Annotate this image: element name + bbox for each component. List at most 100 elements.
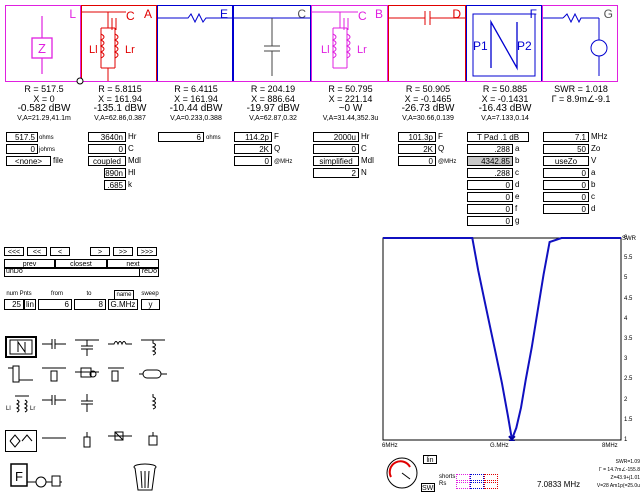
first-button[interactable]: <<< bbox=[4, 247, 24, 256]
f-g-input[interactable]: 0 bbox=[467, 216, 513, 226]
undo-slider[interactable]: unDo reDo bbox=[4, 268, 159, 277]
rewind-button[interactable]: << bbox=[27, 247, 47, 256]
palette-shunt-resistor-2[interactable] bbox=[71, 430, 103, 452]
cursor-impedance: Z=43.9+j1.01 bbox=[610, 475, 640, 481]
smith-chart-icon[interactable] bbox=[384, 455, 420, 491]
g-zo-input[interactable]: 50 bbox=[543, 144, 589, 154]
palette-shunt-capacitor-2[interactable] bbox=[71, 392, 103, 414]
e-ohms-input[interactable]: 6 bbox=[158, 132, 204, 142]
c-f-input[interactable]: 114.2p bbox=[234, 132, 272, 142]
palette-series-inductor[interactable] bbox=[104, 336, 136, 358]
load-file-select[interactable]: <none> bbox=[6, 156, 51, 166]
palette-shunt-resistor[interactable] bbox=[38, 364, 70, 386]
block-e[interactable]: E bbox=[157, 5, 234, 82]
block-f[interactable]: F P1 P2 bbox=[466, 5, 542, 82]
from-input[interactable]: 6 bbox=[38, 299, 72, 310]
b-c-input[interactable]: 0 bbox=[313, 144, 359, 154]
sweep-y-select[interactable]: y bbox=[141, 299, 160, 310]
g-mhz-input[interactable]: 7.1 bbox=[543, 132, 589, 142]
step-forward-button[interactable]: > bbox=[90, 247, 110, 256]
sweep-name-select[interactable]: G.MHz bbox=[108, 299, 138, 310]
palette-series-capacitor-2[interactable] bbox=[38, 392, 70, 414]
color-swatch-3[interactable] bbox=[484, 474, 498, 481]
palette-transformer[interactable] bbox=[5, 430, 37, 452]
summary-c: R = 204.19 X = 886.64 -19.97 dBW V,A=62.87… bbox=[234, 84, 312, 124]
load-jx-input[interactable]: 0 bbox=[6, 144, 38, 154]
palette-transmission-line[interactable] bbox=[5, 364, 37, 386]
palette-attenuator[interactable] bbox=[104, 430, 136, 452]
palette-shunt-inductor[interactable] bbox=[137, 336, 169, 358]
palette-two-port[interactable] bbox=[5, 336, 37, 358]
palette-coax-line[interactable] bbox=[137, 364, 169, 386]
a-k-input[interactable]: .685 bbox=[104, 180, 126, 190]
g-b-input[interactable]: 0 bbox=[543, 180, 589, 190]
f-type-select[interactable]: T Pad .1 dB bbox=[467, 132, 529, 142]
block-a[interactable]: A C Ll Lr bbox=[81, 5, 157, 82]
lin-select[interactable]: lin bbox=[24, 299, 36, 310]
g-v-select[interactable]: useZo bbox=[543, 156, 589, 166]
b-hr-input[interactable]: 2000u bbox=[313, 132, 359, 142]
color-swatch-1[interactable] bbox=[456, 474, 470, 481]
b-mdl-label: Mdl bbox=[361, 156, 374, 165]
palette-coax[interactable] bbox=[71, 364, 103, 386]
g-a-input[interactable]: 0 bbox=[543, 168, 589, 178]
color-swatch-5[interactable] bbox=[470, 482, 484, 489]
a-mdl-select[interactable]: coupled bbox=[88, 156, 126, 166]
f-c-input[interactable]: .288 bbox=[467, 168, 513, 178]
color-swatch-4[interactable] bbox=[456, 482, 470, 489]
f-b-input[interactable]: 4342.85 bbox=[467, 156, 513, 166]
b-mdl-select[interactable]: simplified bbox=[313, 156, 359, 166]
d-f-input[interactable]: 101.3p bbox=[398, 132, 436, 142]
f-a-input[interactable]: .288 bbox=[467, 144, 513, 154]
step-back-button[interactable]: < bbox=[50, 247, 70, 256]
swr-plot[interactable] bbox=[382, 237, 622, 443]
forward-button[interactable]: >> bbox=[113, 247, 133, 256]
block-d[interactable]: D bbox=[388, 5, 467, 82]
closest-button[interactable]: closest bbox=[55, 259, 107, 268]
palette-ground[interactable] bbox=[38, 430, 70, 452]
last-button[interactable]: >>> bbox=[137, 247, 157, 256]
d-q-input[interactable]: 2K bbox=[398, 144, 436, 154]
block-g[interactable]: G bbox=[542, 5, 618, 82]
to-input[interactable]: 8 bbox=[74, 299, 106, 310]
x-label-right: 8MHz bbox=[602, 443, 618, 449]
color-swatch-6[interactable] bbox=[484, 482, 498, 489]
block-c[interactable]: C bbox=[233, 5, 312, 82]
e-ohms-unit: ohms bbox=[206, 135, 221, 141]
block-load[interactable]: L Z bbox=[5, 5, 81, 82]
swr-chart[interactable] bbox=[382, 237, 622, 443]
palette-series-capacitor[interactable] bbox=[38, 336, 70, 358]
voltage-current: V,A=7.133,0.14 bbox=[481, 115, 529, 122]
slider-thumb bbox=[139, 269, 140, 277]
palette-shunt-lc[interactable]: Ll Lr bbox=[5, 392, 37, 420]
palette-shunt-inductor-2[interactable] bbox=[137, 392, 169, 414]
f-f-input[interactable]: 0 bbox=[467, 204, 513, 214]
block-b[interactable]: B C Ll Lr bbox=[311, 5, 388, 82]
b-n-input[interactable]: 2 bbox=[313, 168, 359, 178]
c-at-input[interactable]: 0 bbox=[234, 156, 272, 166]
palette-source-load[interactable]: F bbox=[10, 462, 62, 490]
palette-stub[interactable] bbox=[104, 364, 136, 386]
d-at-input[interactable]: 0 bbox=[398, 156, 436, 166]
palette-shunt-capacitor[interactable] bbox=[71, 336, 103, 358]
power: ~0 W bbox=[338, 103, 363, 114]
resistance: R = 517.5 bbox=[24, 84, 64, 94]
prev-button[interactable]: prev bbox=[4, 259, 55, 268]
g-c-input[interactable]: 0 bbox=[543, 192, 589, 202]
c-q-input[interactable]: 2K bbox=[234, 144, 272, 154]
trash-can-icon[interactable] bbox=[132, 462, 158, 492]
color-swatch-2[interactable] bbox=[470, 474, 484, 481]
load-ohms-input[interactable]: 517.5 bbox=[6, 132, 38, 142]
f-d-input[interactable]: 0 bbox=[467, 180, 513, 190]
a-hl-input[interactable]: 890n bbox=[104, 168, 126, 178]
a-hr-input[interactable]: 3640n bbox=[88, 132, 126, 142]
g-d-input[interactable]: 0 bbox=[543, 204, 589, 214]
swr-mode-button[interactable]: SWR bbox=[421, 483, 435, 492]
num-pnts-input[interactable]: 25 bbox=[4, 299, 24, 310]
lin-button[interactable]: lin bbox=[423, 455, 437, 464]
svg-text:Lr: Lr bbox=[30, 406, 35, 412]
next-button[interactable]: next bbox=[107, 259, 159, 268]
palette-box[interactable] bbox=[137, 430, 169, 452]
f-e-input[interactable]: 0 bbox=[467, 192, 513, 202]
a-c-input[interactable]: 0 bbox=[88, 144, 126, 154]
